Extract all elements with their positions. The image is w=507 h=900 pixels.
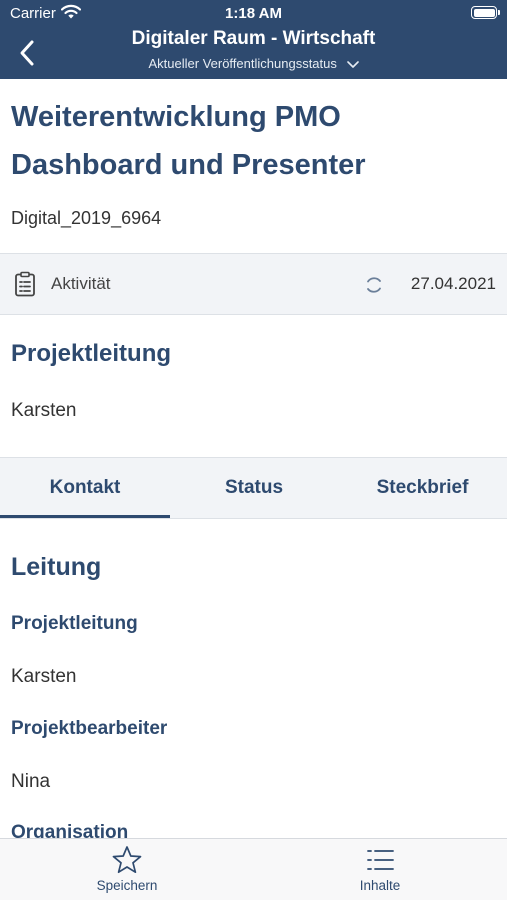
sync-icon — [364, 275, 384, 300]
project-title: Weiterentwicklung PMO Dashboard und Pres… — [11, 101, 366, 181]
star-icon — [112, 846, 142, 874]
leitung-heading: Leitung — [11, 553, 102, 581]
list-icon — [367, 850, 394, 870]
back-button[interactable] — [12, 36, 44, 70]
clock: 1:18 AM — [225, 5, 282, 22]
save-tab-label: Speichern — [96, 878, 158, 893]
project-id: Digital_2019_6964 — [11, 208, 162, 228]
project-meta-bar: Aktivität 27.04.2021 — [0, 253, 507, 315]
chevron-left-icon — [20, 40, 34, 66]
status-filter-dropdown[interactable]: Aktueller Veröffentlichungsstatus — [60, 56, 447, 71]
field-label-organisation: Organisation — [11, 822, 129, 838]
contents-tab-button[interactable]: Inhalte — [300, 839, 460, 900]
project-lead-name: Karsten — [11, 400, 77, 421]
status-filter-label: Aktueller Veröffentlichungsstatus — [148, 56, 337, 71]
battery-icon — [471, 6, 500, 19]
field-value-projektbearbeiter: Nina — [11, 771, 51, 792]
clipboard-icon — [14, 271, 36, 302]
field-value-projektleitung: Karsten — [11, 666, 77, 687]
active-tab-indicator — [0, 515, 170, 518]
tab-kontakt[interactable]: Kontakt — [0, 458, 170, 518]
project-lead-heading: Projektleitung — [11, 340, 172, 367]
chevron-down-icon — [346, 60, 359, 68]
contents-tab-label: Inhalte — [359, 878, 401, 893]
project-type: Aktivität — [51, 274, 111, 293]
save-tab-button[interactable]: Speichern — [47, 839, 207, 900]
contact-content: Leitung Projektleitung Karsten Projektbe… — [0, 519, 507, 838]
project-date: 27.04.2021 — [410, 274, 496, 293]
nav-header: Carrier 1:18 AM Digitaler Raum - Wirtsch… — [0, 0, 507, 79]
detail-tabs: Kontakt Status Steckbrief — [0, 457, 507, 519]
field-label-projektleitung: Projektleitung — [11, 613, 138, 634]
page-title: Digitaler Raum - Wirtschaft — [131, 28, 376, 49]
tab-status[interactable]: Status — [170, 458, 338, 518]
field-label-projektbearbeiter: Projektbearbeiter — [11, 718, 168, 739]
bottom-tab-bar: Speichern Inhalte — [0, 838, 507, 900]
status-bar: Carrier 1:18 AM — [0, 0, 507, 28]
tab-steckbrief[interactable]: Steckbrief — [338, 458, 507, 518]
